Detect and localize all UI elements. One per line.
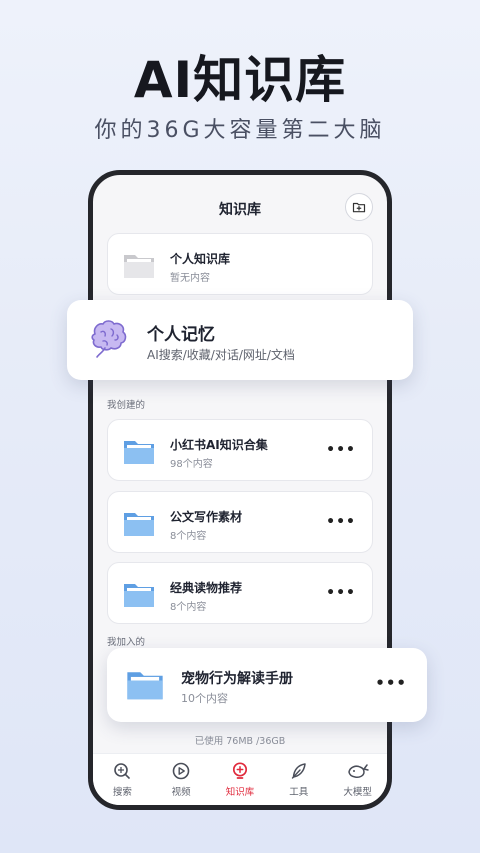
tab-label: 视频 <box>171 787 191 798</box>
kb-meta: 10个内容 <box>181 692 228 705</box>
folder-plus-icon <box>352 202 366 213</box>
page-title: 知识库 <box>219 202 261 218</box>
tab-label: 大模型 <box>343 787 372 798</box>
tab-label: 工具 <box>289 787 309 798</box>
memory-title: 个人记忆 <box>147 325 215 345</box>
joined-kb-card[interactable]: 宠物行为解读手册 10个内容 ••• <box>107 648 427 722</box>
feather-icon <box>291 763 306 779</box>
bulb-icon <box>232 762 248 779</box>
more-options-icon[interactable]: ••• <box>326 514 356 530</box>
brain-icon <box>91 320 127 358</box>
tab-tools[interactable]: 工具 <box>270 761 328 798</box>
kb-name: 小红书AI知识合集 <box>170 438 268 452</box>
tab-label: 知识库 <box>225 787 255 798</box>
more-options-icon[interactable]: ••• <box>375 674 407 692</box>
add-folder-button[interactable] <box>345 193 373 221</box>
joined-section-label: 我加入的 <box>107 637 146 648</box>
blue-folder-icon <box>124 584 154 607</box>
created-section-label: 我创建的 <box>107 400 146 411</box>
hero-title: AI知识库 <box>133 51 347 109</box>
personal-kb-card[interactable]: 个人知识库 暂无内容 <box>107 233 373 295</box>
app-header: 知识库 <box>93 175 387 237</box>
tab-knowledge-base[interactable]: 知识库 <box>211 761 269 798</box>
tab-label: 搜索 <box>112 787 132 798</box>
kb-name: 公文写作素材 <box>170 510 243 524</box>
tab-search[interactable]: 搜索 <box>93 761 151 798</box>
kb-item[interactable]: 公文写作素材 8个内容 ••• <box>107 491 373 553</box>
tab-models[interactable]: 大模型 <box>329 761 387 798</box>
personal-memory-card[interactable]: 个人记忆 AI搜索/收藏/对话/网址/文档 <box>67 300 413 380</box>
blue-folder-icon <box>124 513 154 536</box>
hero-subtitle: 你的36G大容量第二大脑 <box>94 118 386 143</box>
kb-item[interactable]: 经典读物推荐 8个内容 ••• <box>107 562 373 624</box>
tab-video[interactable]: 视频 <box>152 761 210 798</box>
kb-meta: 98个内容 <box>170 459 213 470</box>
kb-meta: 暂无内容 <box>170 273 210 284</box>
blue-folder-icon <box>127 672 163 700</box>
kb-name: 经典读物推荐 <box>170 581 243 595</box>
whale-icon <box>347 764 369 778</box>
bottom-tab-bar: 搜索 视频 知识库 工具 大模型 <box>93 753 387 805</box>
memory-description: AI搜索/收藏/对话/网址/文档 <box>147 348 295 362</box>
kb-name: 宠物行为解读手册 <box>181 671 293 687</box>
storage-usage: 已使用 76MB /36GB <box>194 736 286 747</box>
kb-meta: 8个内容 <box>170 531 207 542</box>
play-icon <box>172 762 190 780</box>
gray-folder-icon <box>124 255 154 278</box>
kb-meta: 8个内容 <box>170 602 207 613</box>
more-options-icon[interactable]: ••• <box>326 585 356 601</box>
more-options-icon[interactable]: ••• <box>326 442 356 458</box>
kb-item[interactable]: 小红书AI知识合集 98个内容 ••• <box>107 419 373 481</box>
blue-folder-icon <box>124 441 154 464</box>
ai-search-icon <box>114 763 131 779</box>
kb-name: 个人知识库 <box>170 252 231 266</box>
